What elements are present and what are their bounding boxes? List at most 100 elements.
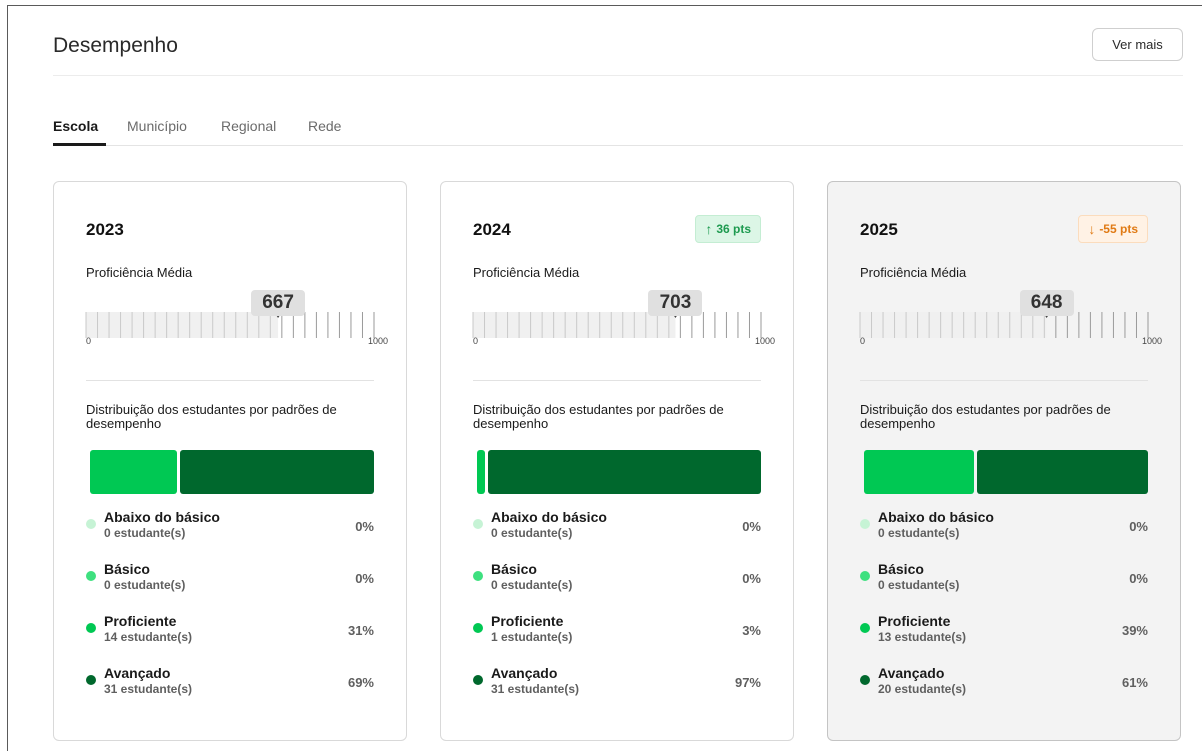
divider bbox=[86, 380, 374, 381]
proficiency-scale: 648 0 1000 bbox=[859, 290, 1162, 346]
proficiency-label: Proficiência Média bbox=[473, 265, 580, 280]
card-year: 2023 bbox=[86, 220, 124, 239]
legend-item: Básico 0 estudante(s) 0% bbox=[860, 561, 1148, 601]
proficiency-score: 703 bbox=[648, 290, 703, 316]
scale-filled-region bbox=[473, 312, 676, 338]
scale-min-label: 0 bbox=[86, 336, 92, 346]
distribution-bar bbox=[477, 450, 761, 494]
legend-percentage: 0% bbox=[355, 571, 374, 586]
legend-student-count: 0 estudante(s) bbox=[104, 526, 186, 540]
legend-level-name: Proficiente bbox=[491, 613, 564, 629]
proficiency-label: Proficiência Média bbox=[860, 265, 967, 280]
legend-item: Proficiente 13 estudante(s) 39% bbox=[860, 613, 1148, 653]
tab-regional[interactable]: Regional bbox=[221, 118, 276, 134]
legend-percentage: 0% bbox=[742, 519, 761, 534]
legend-level-name: Avançado bbox=[104, 665, 171, 681]
legend-level-name: Básico bbox=[104, 561, 150, 577]
legend-color-dot bbox=[860, 571, 870, 581]
year-card-2024: 2024 ↑ 36 pts Proficiência Média 703 0 1… bbox=[440, 181, 794, 741]
legend-item: Abaixo do básico 0 estudante(s) 0% bbox=[860, 509, 1148, 549]
legend-student-count: 0 estudante(s) bbox=[491, 578, 573, 592]
score-delta-badge: ↓ -55 pts bbox=[1078, 215, 1148, 243]
legend-item: Básico 0 estudante(s) 0% bbox=[473, 561, 761, 601]
legend-item: Abaixo do básico 0 estudante(s) 0% bbox=[473, 509, 761, 549]
legend-student-count: 14 estudante(s) bbox=[104, 630, 193, 644]
tab-escola[interactable]: Escola bbox=[53, 118, 98, 134]
distribution-bar bbox=[864, 450, 1148, 494]
legend-color-dot bbox=[86, 623, 96, 633]
card-year: 2024 bbox=[473, 220, 511, 239]
distribution-title: Distribuição dos estudantes por padrões … bbox=[473, 402, 724, 431]
distribution-title: Distribuição dos estudantes por padrões … bbox=[86, 402, 337, 431]
legend-percentage: 39% bbox=[1121, 623, 1148, 638]
legend-level-name: Básico bbox=[878, 561, 924, 577]
proficiency-score: 648 bbox=[1019, 290, 1074, 316]
legend-percentage: 31% bbox=[347, 623, 374, 638]
legend-percentage: 0% bbox=[742, 571, 761, 586]
legend-color-dot bbox=[860, 519, 870, 529]
legend-student-count: 31 estudante(s) bbox=[104, 682, 193, 696]
legend-percentage: 0% bbox=[1129, 519, 1148, 534]
scale-min-label: 0 bbox=[860, 336, 866, 346]
legend-percentage: 0% bbox=[355, 519, 374, 534]
legend-color-dot bbox=[86, 519, 96, 529]
divider bbox=[473, 380, 761, 381]
scale-filled-region bbox=[86, 312, 279, 338]
legend-level-name: Abaixo do básico bbox=[104, 509, 220, 525]
active-tab-indicator bbox=[53, 143, 106, 146]
segment-avancado bbox=[976, 450, 1148, 494]
arrow-down-icon: ↓ bbox=[1088, 221, 1096, 237]
legend-item: Abaixo do básico 0 estudante(s) 0% bbox=[86, 509, 374, 549]
panel-header: Desempenho Ver mais bbox=[53, 26, 1183, 76]
score-delta-label: 36 pts bbox=[716, 222, 751, 236]
score-delta-badge: ↑ 36 pts bbox=[695, 215, 761, 243]
segment-proficiente bbox=[477, 450, 486, 494]
arrow-up-icon: ↑ bbox=[705, 221, 713, 237]
legend-percentage: 97% bbox=[734, 675, 761, 690]
legend-level-name: Avançado bbox=[491, 665, 558, 681]
proficiency-scale: 703 0 1000 bbox=[472, 290, 775, 346]
segment-proficiente bbox=[864, 450, 974, 494]
legend-student-count: 1 estudante(s) bbox=[491, 630, 573, 644]
legend-item: Avançado 31 estudante(s) 69% bbox=[86, 665, 374, 705]
year-card-2025: 2025 ↓ -55 pts Proficiência Média 648 0 … bbox=[827, 181, 1181, 741]
legend-color-dot bbox=[473, 571, 483, 581]
legend-student-count: 0 estudante(s) bbox=[878, 578, 960, 592]
legend-level-name: Proficiente bbox=[104, 613, 177, 629]
distribution-title: Distribuição dos estudantes por padrões … bbox=[860, 402, 1111, 431]
legend-level-name: Proficiente bbox=[878, 613, 951, 629]
scale-filled-region bbox=[860, 312, 1047, 338]
tab-rede[interactable]: Rede bbox=[308, 118, 341, 134]
scale-ticks bbox=[85, 312, 375, 338]
score-delta-label: -55 pts bbox=[1099, 222, 1138, 236]
scale-ticks bbox=[859, 312, 1149, 338]
scale-max-label: 1000 bbox=[367, 336, 388, 346]
segment-avancado bbox=[180, 450, 374, 494]
legend-student-count: 20 estudante(s) bbox=[878, 682, 967, 696]
legend-color-dot bbox=[860, 675, 870, 685]
legend-color-dot bbox=[86, 571, 96, 581]
legend-color-dot bbox=[473, 623, 483, 633]
segment-proficiente bbox=[90, 450, 178, 494]
legend-item: Proficiente 1 estudante(s) 3% bbox=[473, 613, 761, 653]
scope-tabs: Escola Município Regional Rede bbox=[53, 114, 1183, 146]
legend-level-name: Abaixo do básico bbox=[878, 509, 994, 525]
proficiency-score: 667 bbox=[251, 290, 306, 316]
distribution-bar bbox=[90, 450, 374, 494]
legend-color-dot bbox=[473, 675, 483, 685]
tab-municipio[interactable]: Município bbox=[127, 118, 187, 134]
panel-title: Desempenho bbox=[53, 34, 178, 57]
legend-item: Avançado 20 estudante(s) 61% bbox=[860, 665, 1148, 705]
see-more-button[interactable]: Ver mais bbox=[1092, 28, 1183, 61]
legend-percentage: 69% bbox=[347, 675, 374, 690]
legend-student-count: 0 estudante(s) bbox=[878, 526, 960, 540]
segment-avancado bbox=[488, 450, 761, 494]
legend-item: Avançado 31 estudante(s) 97% bbox=[473, 665, 761, 705]
proficiency-scale: 667 0 1000 bbox=[85, 290, 388, 346]
legend-level-name: Básico bbox=[491, 561, 537, 577]
legend-item: Proficiente 14 estudante(s) 31% bbox=[86, 613, 374, 653]
legend-level-name: Abaixo do básico bbox=[491, 509, 607, 525]
scale-ticks bbox=[472, 312, 762, 338]
legend-student-count: 31 estudante(s) bbox=[491, 682, 580, 696]
legend-percentage: 3% bbox=[742, 623, 761, 638]
